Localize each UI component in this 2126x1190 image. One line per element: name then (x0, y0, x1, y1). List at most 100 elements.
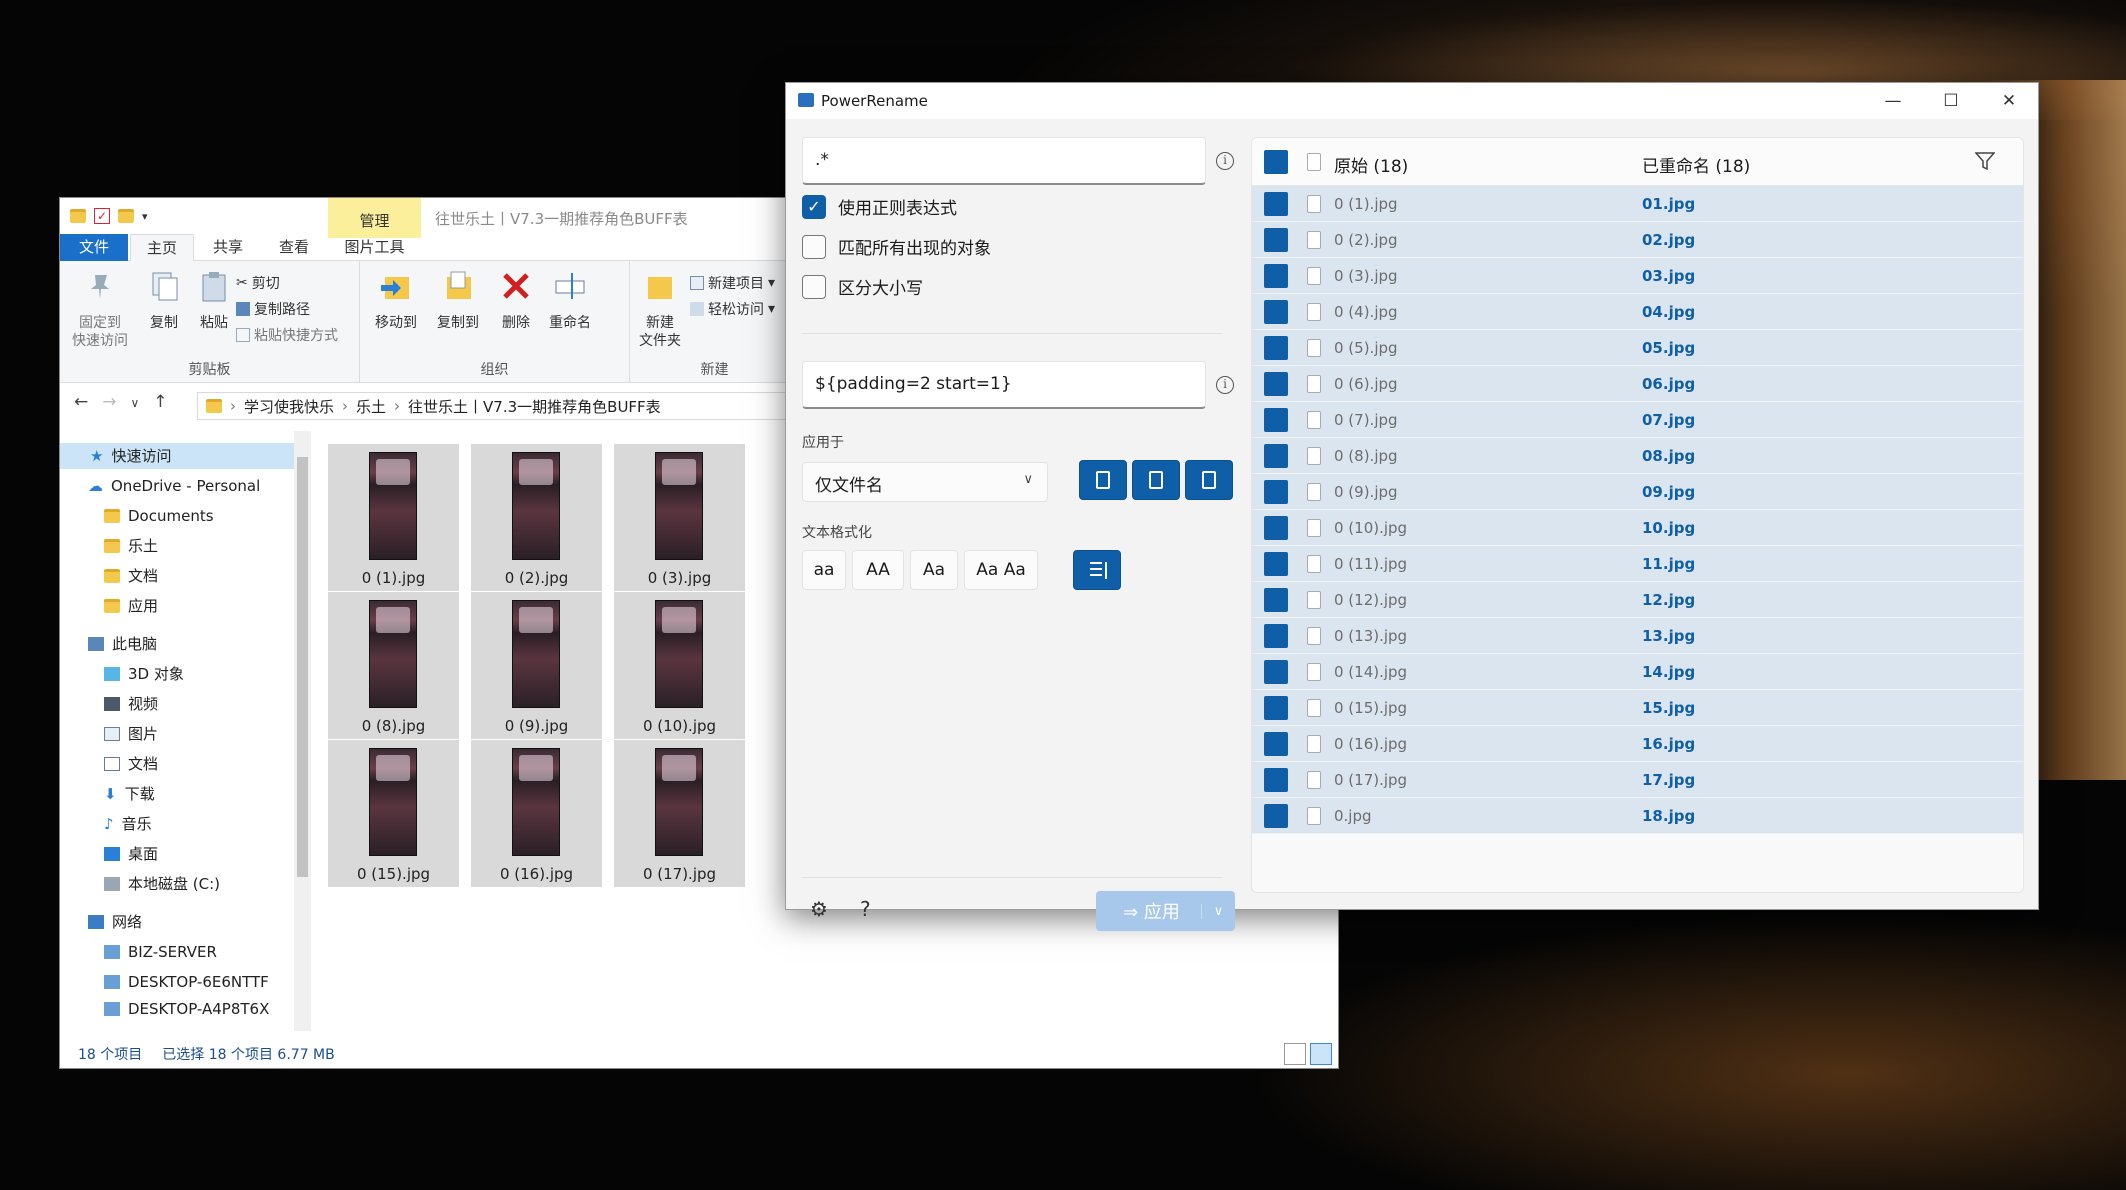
nav-desktop-6e6nttf[interactable]: DESKTOP-6E6NTTF (104, 969, 269, 995)
row-checkbox[interactable] (1264, 192, 1288, 216)
list-row[interactable]: 0 (4).jpg 04.jpg (1252, 294, 2023, 330)
row-checkbox[interactable] (1264, 552, 1288, 576)
apply-button-main[interactable]: ⇒ 应用 (1096, 898, 1201, 924)
nav-network[interactable]: 网络 (88, 909, 142, 935)
case-sensitive-checkbox[interactable]: 区分大小写 (802, 274, 923, 299)
nav-docs-folder[interactable]: 文档 (104, 563, 158, 589)
delete-button[interactable]: 删除 (492, 269, 540, 332)
minimize-button[interactable]: — (1864, 83, 1922, 119)
include-files-button[interactable] (1079, 460, 1127, 500)
row-checkbox[interactable] (1264, 300, 1288, 324)
row-checkbox[interactable] (1264, 516, 1288, 540)
folder-icon[interactable] (70, 209, 86, 223)
enumerate-items-button[interactable] (1073, 550, 1121, 590)
nav-documents[interactable]: Documents (104, 503, 214, 529)
properties-check-icon[interactable]: ✓ (94, 208, 110, 224)
file-tile[interactable]: 0 (8).jpg (328, 592, 459, 739)
list-row[interactable]: 0 (11).jpg 11.jpg (1252, 546, 2023, 582)
copy-path-button[interactable]: 复制路径 (236, 299, 310, 319)
chevron-down-icon[interactable]: ∨ (1201, 903, 1235, 919)
include-subfolders-button[interactable] (1185, 460, 1233, 500)
forward-arrow-icon[interactable]: → (102, 392, 116, 412)
file-tile[interactable]: 0 (1).jpg (328, 444, 459, 591)
nav-apps[interactable]: 应用 (104, 593, 158, 619)
info-icon[interactable]: i (1216, 376, 1234, 394)
apply-button[interactable]: ⇒ 应用 ∨ (1096, 891, 1235, 931)
file-tile[interactable]: 0 (2).jpg (471, 444, 602, 591)
replace-input[interactable]: ${padding=2 start=1} (802, 361, 1206, 409)
gear-icon[interactable]: ⚙ (810, 897, 828, 921)
list-row[interactable]: 0 (8).jpg 08.jpg (1252, 438, 2023, 474)
breadcrumb-item[interactable]: 乐土 (356, 396, 386, 417)
copy-to-button[interactable]: 复制到 (428, 269, 488, 332)
tab-picture-tools[interactable]: 图片工具 (328, 234, 421, 261)
details-view-icon[interactable] (1284, 1043, 1306, 1065)
row-checkbox[interactable] (1264, 264, 1288, 288)
paste-shortcut-button[interactable]: 粘贴快捷方式 (236, 325, 338, 345)
file-tile[interactable]: 0 (15).jpg (328, 740, 459, 887)
file-tile[interactable]: 0 (17).jpg (614, 740, 745, 887)
nav-local-disk[interactable]: 本地磁盘 (C:) (104, 871, 220, 897)
list-row[interactable]: 0 (15).jpg 15.jpg (1252, 690, 2023, 726)
row-checkbox[interactable] (1264, 768, 1288, 792)
list-row[interactable]: 0 (12).jpg 12.jpg (1252, 582, 2023, 618)
file-tile[interactable]: 0 (3).jpg (614, 444, 745, 591)
file-tile[interactable]: 0 (16).jpg (471, 740, 602, 887)
list-row[interactable]: 0.jpg 18.jpg (1252, 798, 2023, 834)
tab-view[interactable]: 查看 (262, 234, 326, 261)
list-row[interactable]: 0 (6).jpg 06.jpg (1252, 366, 2023, 402)
row-checkbox[interactable] (1264, 696, 1288, 720)
original-column-header[interactable]: 原始 (18) (1334, 152, 1408, 177)
apply-to-dropdown[interactable]: 仅文件名 ∨ (802, 462, 1048, 502)
nav-desktop-a4p8t6x[interactable]: DESKTOP-A4P8T6X (104, 999, 269, 1019)
easy-access-button[interactable]: 轻松访问 ▾ (690, 299, 775, 319)
filter-icon[interactable] (1974, 152, 1996, 175)
row-checkbox[interactable] (1264, 444, 1288, 468)
large-icons-view-icon[interactable] (1310, 1043, 1332, 1065)
close-button[interactable]: ✕ (1980, 83, 2038, 119)
back-arrow-icon[interactable]: ← (74, 392, 88, 412)
checkbox-box[interactable] (802, 234, 826, 259)
nav-quick-access[interactable]: ★ 快速访问 (60, 443, 294, 469)
list-row[interactable]: 0 (17).jpg 17.jpg (1252, 762, 2023, 798)
row-checkbox[interactable] (1264, 732, 1288, 756)
uppercase-button[interactable]: AA (852, 550, 904, 590)
nav-pictures[interactable]: 图片 (104, 721, 158, 747)
nav-downloads[interactable]: ⬇ 下载 (104, 781, 155, 807)
help-icon[interactable]: ? (860, 897, 871, 921)
match-all-checkbox[interactable]: 匹配所有出现的对象 (802, 234, 991, 259)
nav-onedrive[interactable]: ☁ OneDrive - Personal (88, 473, 260, 499)
row-checkbox[interactable] (1264, 408, 1288, 432)
nav-music[interactable]: ♪ 音乐 (104, 811, 152, 837)
cut-button[interactable]: ✂ 剪切 (236, 273, 280, 293)
copy-button[interactable]: 复制 (140, 269, 188, 332)
new-item-button[interactable]: 新建项目 ▾ (690, 273, 775, 293)
nav-this-pc[interactable]: 此电脑 (88, 631, 157, 657)
nav-scrollbar[interactable] (294, 431, 311, 1031)
renamed-column-header[interactable]: 已重命名 (18) (1642, 152, 1750, 177)
up-arrow-icon[interactable]: ↑ (153, 392, 167, 412)
nav-letu[interactable]: 乐土 (104, 533, 158, 559)
tab-manage[interactable]: 管理 (328, 198, 421, 238)
list-row[interactable]: 0 (3).jpg 03.jpg (1252, 258, 2023, 294)
row-checkbox[interactable] (1264, 624, 1288, 648)
list-row[interactable]: 0 (16).jpg 16.jpg (1252, 726, 2023, 762)
maximize-button[interactable]: ☐ (1922, 83, 1980, 119)
list-row[interactable]: 0 (14).jpg 14.jpg (1252, 654, 2023, 690)
breadcrumb-item[interactable]: 学习使我快乐 (244, 396, 334, 417)
scrollbar-thumb[interactable] (297, 457, 308, 877)
checkbox-box[interactable] (802, 274, 826, 299)
select-all-checkbox[interactable] (1264, 150, 1288, 174)
list-row[interactable]: 0 (2).jpg 02.jpg (1252, 222, 2023, 258)
row-checkbox[interactable] (1264, 336, 1288, 360)
list-row[interactable]: 0 (7).jpg 07.jpg (1252, 402, 2023, 438)
list-row[interactable]: 0 (9).jpg 09.jpg (1252, 474, 2023, 510)
search-input[interactable]: .* (802, 137, 1206, 185)
list-row[interactable]: 0 (5).jpg 05.jpg (1252, 330, 2023, 366)
list-row[interactable]: 0 (1).jpg 01.jpg (1252, 186, 2023, 222)
row-checkbox[interactable] (1264, 804, 1288, 828)
list-row[interactable]: 0 (10).jpg 10.jpg (1252, 510, 2023, 546)
breadcrumb-item[interactable]: 往世乐土丨V7.3一期推荐角色BUFF表 (408, 396, 661, 417)
tab-file[interactable]: 文件 (60, 234, 128, 261)
new-folder-button[interactable]: 新建 文件夹 (636, 269, 684, 350)
